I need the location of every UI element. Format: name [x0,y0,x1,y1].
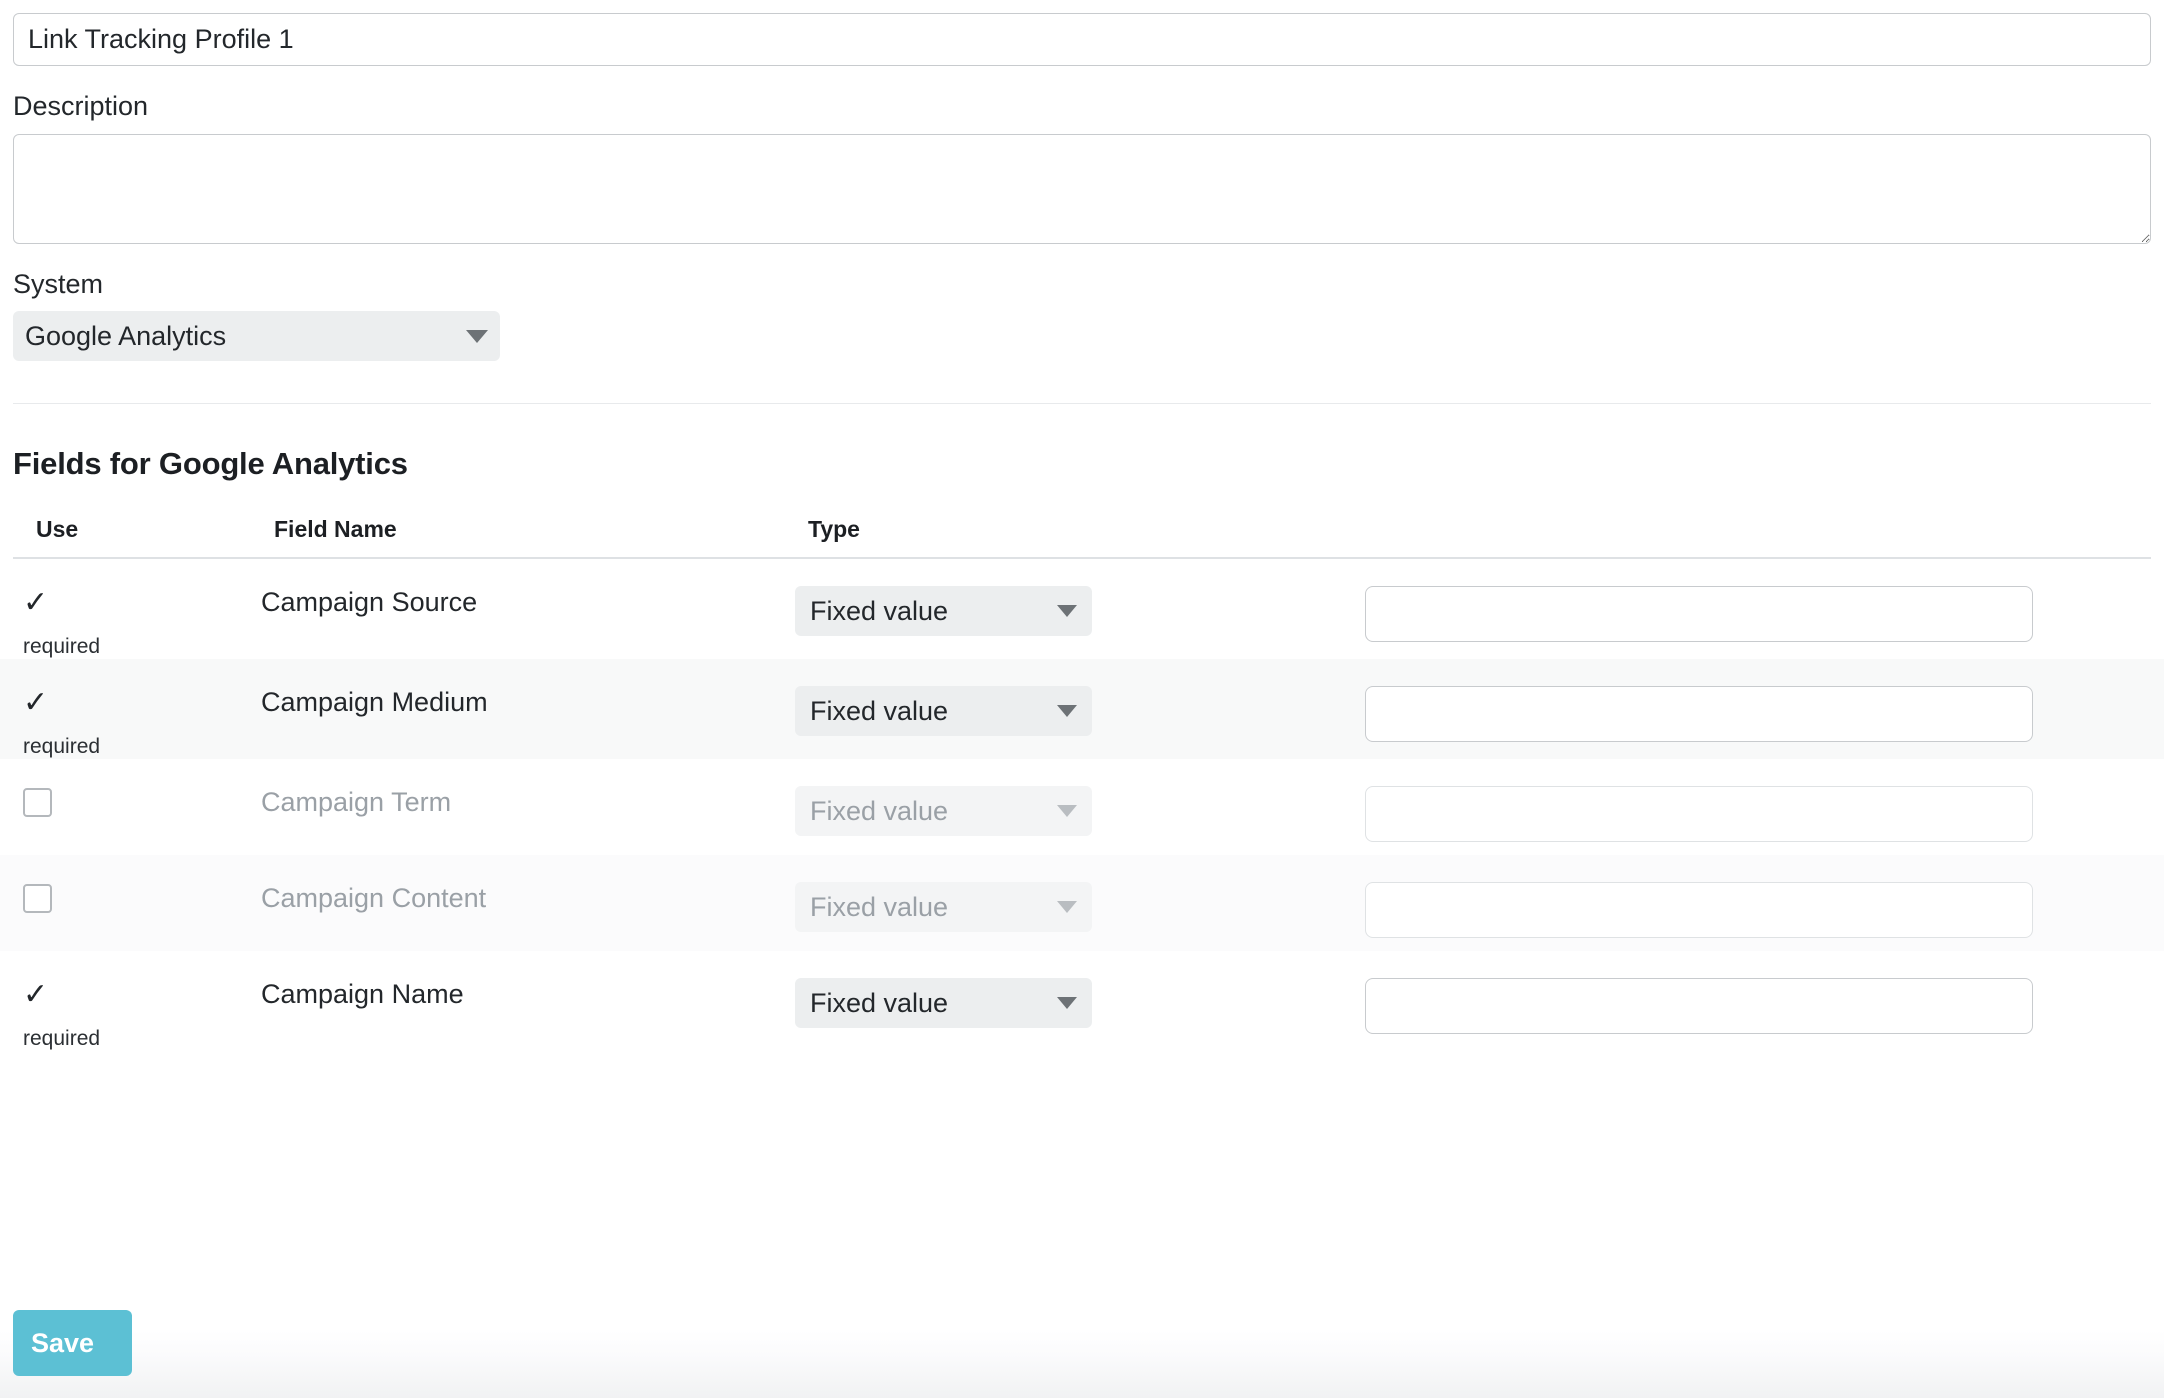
chevron-down-icon [1057,805,1077,818]
profile-details-section: Description System Google Analytics [0,0,2164,362]
type-select-value: Fixed value [810,695,949,726]
fields-table-body: ✓ required Campaign Source Fixed value ✓ requ… [0,559,2164,1051]
form-footer: Save [0,1302,2164,1398]
row-type-cell: Fixed value [795,586,1365,637]
fields-table: Use Field Name Type ✓ required Campaign So… [0,516,2164,1051]
row-type-cell: Fixed value [795,882,1365,933]
table-row: Campaign Term Fixed value [0,759,2164,855]
field-name-label: Campaign Medium [261,687,488,718]
check-icon: ✓ [23,978,49,1012]
table-row: ✓ required Campaign Name Fixed value [0,951,2164,1051]
fields-section-title: Fields for Google Analytics [13,446,408,482]
system-select-value: Google Analytics [25,320,227,351]
field-value-input[interactable] [1365,586,2033,643]
row-use-cell [0,786,261,818]
system-label: System [13,268,104,299]
check-icon: ✓ [23,686,49,720]
row-type-cell: Fixed value [795,978,1365,1029]
chevron-down-icon [1057,997,1077,1010]
section-divider [13,403,2151,405]
field-name-label: Campaign Content [261,883,487,914]
chevron-down-icon [1057,605,1077,618]
field-value-input[interactable] [1365,882,2033,939]
table-row: ✓ required Campaign Source Fixed value [0,559,2164,659]
type-select-value: Fixed value [810,987,949,1018]
field-value-input[interactable] [1365,686,2033,743]
profile-name-input[interactable] [13,13,2151,66]
check-icon: ✓ [23,586,49,620]
save-button[interactable]: Save [13,1310,132,1376]
row-type-cell: Fixed value [795,686,1365,737]
type-select[interactable]: Fixed value [795,586,1092,637]
row-type-cell: Fixed value [795,786,1365,837]
column-header-use: Use [36,516,79,543]
field-value-input[interactable] [1365,978,2033,1035]
type-select-value: Fixed value [810,795,949,826]
row-value-cell [1365,586,2164,643]
row-value-cell [1365,978,2164,1035]
type-select: Fixed value [795,882,1092,933]
type-select[interactable]: Fixed value [795,686,1092,737]
chevron-down-icon [1057,705,1077,718]
required-label: required [23,1027,101,1051]
use-checkbox[interactable] [23,884,52,914]
type-select: Fixed value [795,786,1092,837]
description-textarea[interactable] [13,133,2151,244]
required-label: required [23,735,101,759]
table-row: Campaign Content Fixed value [0,855,2164,952]
row-value-cell [1365,882,2164,939]
type-select[interactable]: Fixed value [795,978,1092,1029]
description-label: Description [13,91,149,121]
table-row: ✓ required Campaign Medium Fixed value [0,659,2164,760]
system-select-wrapper: Google Analytics [13,311,500,362]
row-use-cell: ✓ required [0,978,261,1051]
field-name-label: Campaign Name [261,979,464,1010]
type-select-value: Fixed value [810,595,949,626]
column-header-type: Type [808,516,860,543]
column-header-field-name: Field Name [274,516,397,543]
row-use-cell: ✓ required [0,686,261,759]
row-value-cell [1365,786,2164,843]
link-tracking-profile-form: Description System Google Analytics Fiel… [0,0,2164,1398]
field-name-label: Campaign Term [261,787,452,818]
row-use-cell: ✓ required [0,586,261,659]
field-value-input[interactable] [1365,786,2033,843]
required-label: required [23,635,101,659]
row-use-cell [0,882,261,914]
type-select-value: Fixed value [810,891,949,922]
use-checkbox[interactable] [23,788,52,818]
fields-table-header: Use Field Name Type [13,516,2151,560]
field-name-label: Campaign Source [261,587,478,618]
chevron-down-icon [1057,901,1077,914]
chevron-down-icon [466,329,488,343]
system-select[interactable]: Google Analytics [13,311,500,362]
row-value-cell [1365,686,2164,743]
